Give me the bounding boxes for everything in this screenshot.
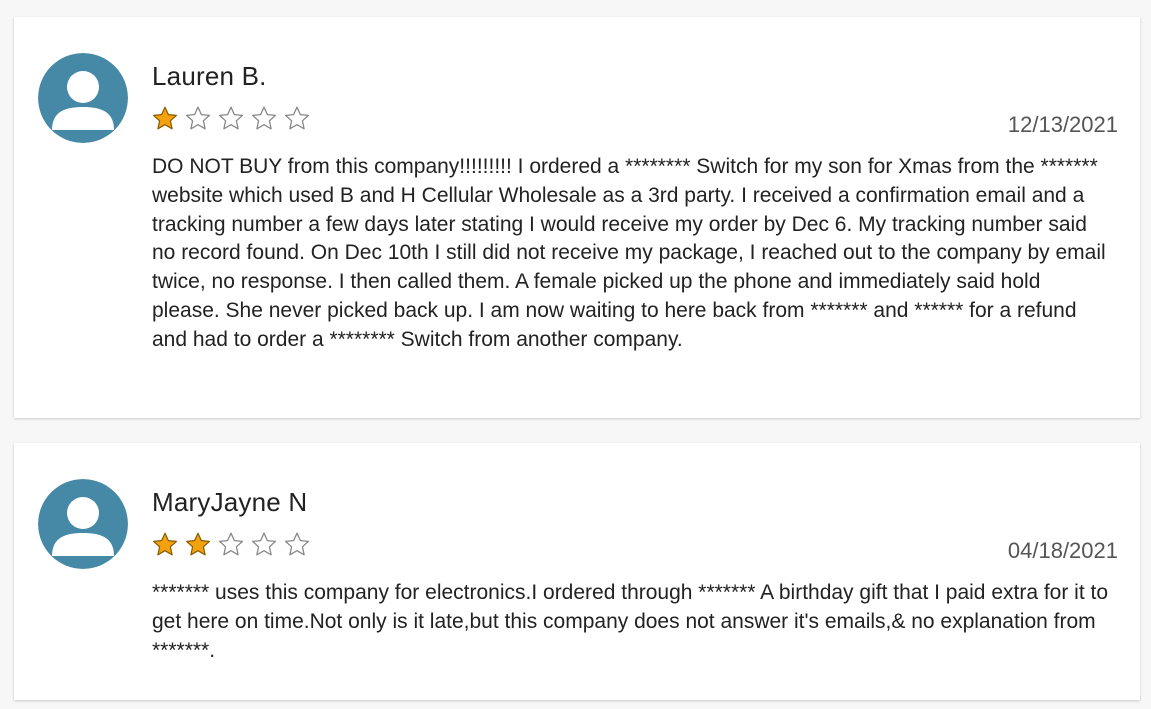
star-filled-icon	[184, 531, 212, 559]
star-filled-icon	[151, 531, 179, 559]
review-list: Lauren B. 12/13/2021 DO NOT BUY from thi…	[0, 0, 1151, 709]
reviewer-name: Lauren B.	[152, 61, 267, 91]
star-rating	[151, 105, 311, 133]
star-empty-icon	[217, 105, 245, 133]
star-empty-icon	[184, 105, 212, 133]
star-empty-icon	[283, 531, 311, 559]
star-empty-icon	[283, 105, 311, 133]
star-empty-icon	[250, 531, 278, 559]
user-avatar-icon	[38, 479, 128, 569]
review-date: 04/18/2021	[1007, 538, 1118, 563]
star-rating	[151, 531, 311, 559]
review-date: 12/13/2021	[1007, 112, 1118, 137]
review-text: DO NOT BUY from this company!!!!!!!!! I …	[152, 155, 1106, 351]
review-text: ******* uses this company for electronic…	[152, 581, 1109, 662]
reviewer-name: MaryJayne N	[152, 487, 308, 517]
review-card: MaryJayne N 04/18/2021 ******* uses this…	[14, 443, 1140, 700]
review-card: Lauren B. 12/13/2021 DO NOT BUY from thi…	[14, 17, 1140, 418]
user-avatar-icon	[38, 53, 128, 143]
star-filled-icon	[151, 105, 179, 133]
star-empty-icon	[217, 531, 245, 559]
star-empty-icon	[250, 105, 278, 133]
